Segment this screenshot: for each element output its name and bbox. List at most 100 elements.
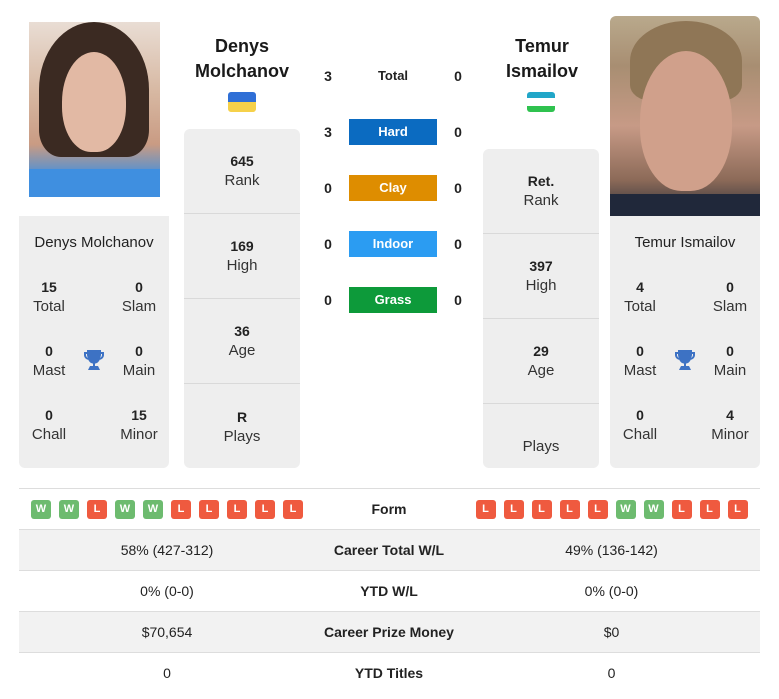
h2h-row-total: 3 Total 0 <box>316 62 470 90</box>
row-right-value: 0% (0-0) <box>584 583 639 599</box>
form-loss-badge[interactable]: L <box>503 499 524 519</box>
titles-main-value: 0 <box>726 343 734 359</box>
surface-badge-hard[interactable]: Hard <box>349 119 437 145</box>
row-left-value: 0% (0-0) <box>140 583 194 599</box>
titles-total-value: 15 <box>41 279 57 295</box>
player-photo-left <box>29 22 160 197</box>
titles-total: 15 Total <box>19 277 79 317</box>
h2h-left-count: 0 <box>324 180 332 196</box>
age-stat: 29 Age <box>483 319 599 404</box>
row-right-value: $0 <box>603 624 620 640</box>
titles-slam-value: 0 <box>726 279 734 295</box>
titles-slam-label: Slam <box>121 298 157 315</box>
form-loss-badge[interactable]: L <box>699 499 720 519</box>
h2h-row-hard[interactable]: 3 Hard 0 <box>316 118 470 146</box>
h2h-left-count: 0 <box>324 292 332 308</box>
form-win-badge[interactable]: W <box>143 499 163 519</box>
plays-label: Plays <box>522 437 560 455</box>
high-label: High <box>226 257 258 274</box>
titles-card-right: Temur Ismailov 4 Total 0 Slam 0 Mast 0 M… <box>610 216 760 468</box>
age-label: Age <box>228 342 256 359</box>
titles-mast-label: Mast <box>32 362 66 379</box>
titles-chall-label: Chall <box>31 426 67 443</box>
form-loss-badge[interactable]: L <box>171 499 191 519</box>
player-full-name[interactable]: Denys Molchanov <box>19 234 169 251</box>
photo-shirt <box>29 169 160 197</box>
h2h-left-count: 3 <box>324 68 332 84</box>
plays-label: Plays <box>223 427 261 445</box>
form-loss-badge[interactable]: L <box>587 499 608 519</box>
row-label: YTD W/L <box>360 583 418 599</box>
form-loss-badge[interactable]: L <box>283 499 303 519</box>
rank-card-left: 645 Rank 169 High 36 Age R Plays <box>184 129 300 468</box>
table-row: 0 YTD Titles 0 <box>19 652 760 693</box>
titles-total: 4 Total <box>610 277 670 317</box>
form-loss-badge[interactable]: L <box>475 499 496 519</box>
titles-mast-value: 0 <box>45 343 53 359</box>
form-loss-badge[interactable]: L <box>671 499 692 519</box>
titles-slam-label: Slam <box>712 298 748 315</box>
form-badges-right: LLLLLWWLLL <box>463 499 760 519</box>
photo-jacket <box>610 194 760 216</box>
h2h-row-grass[interactable]: 0 Grass 0 <box>316 286 470 314</box>
form-loss-badge[interactable]: L <box>199 499 219 519</box>
age-value: 36 <box>234 323 250 339</box>
plays-stat: Plays <box>483 404 599 489</box>
photo-face <box>62 52 126 152</box>
surface-badge-grass[interactable]: Grass <box>349 287 437 313</box>
high-value: 169 <box>230 238 254 254</box>
row-label: YTD Titles <box>354 665 424 681</box>
h2h-row-indoor[interactable]: 0 Indoor 0 <box>316 230 470 258</box>
player-full-name[interactable]: Temur Ismailov <box>610 234 760 251</box>
rank-value: 645 <box>230 153 254 169</box>
form-win-badge[interactable]: W <box>615 499 636 519</box>
form-loss-badge[interactable]: L <box>227 499 247 519</box>
h2h-left-count: 3 <box>324 124 332 140</box>
form-loss-badge[interactable]: L <box>87 499 107 519</box>
titles-slam-value: 0 <box>135 279 143 295</box>
h2h-row-clay[interactable]: 0 Clay 0 <box>316 174 470 202</box>
h2h-right-count: 0 <box>454 68 462 84</box>
form-left: WWLWWLLLLL <box>19 499 315 519</box>
titles-main-value: 0 <box>135 343 143 359</box>
rank-card-right: Ret. Rank 397 High 29 Age Plays <box>483 149 599 468</box>
titles-minor-label: Minor <box>120 426 158 443</box>
h2h-right-count: 0 <box>454 180 462 196</box>
uzbekistan-flag-icon <box>527 92 555 112</box>
table-row: 0% (0-0) YTD W/L 0% (0-0) <box>19 570 760 611</box>
titles-main: 0 Main <box>700 341 760 381</box>
rank-stat: Ret. Rank <box>483 149 599 234</box>
form-win-badge[interactable]: W <box>115 499 135 519</box>
form-loss-badge[interactable]: L <box>255 499 275 519</box>
titles-minor-value: 15 <box>131 407 147 423</box>
titles-minor: 15 Minor <box>109 405 169 445</box>
rank-label: Rank <box>224 172 260 189</box>
form-loss-badge[interactable]: L <box>531 499 552 519</box>
form-win-badge[interactable]: W <box>31 499 51 519</box>
surface-badge-indoor[interactable]: Indoor <box>349 231 437 257</box>
form-win-badge[interactable]: W <box>643 499 664 519</box>
surface-badge-clay[interactable]: Clay <box>349 175 437 201</box>
high-label: High <box>525 277 557 294</box>
form-win-badge[interactable]: W <box>59 499 79 519</box>
trophy-icon <box>84 350 104 370</box>
player-name-right[interactable]: Temur Ismailov <box>483 34 601 84</box>
titles-main-label: Main <box>122 362 156 379</box>
rank-label: Rank <box>523 192 559 209</box>
titles-chall-label: Chall <box>622 426 658 443</box>
form-loss-badge[interactable]: L <box>727 499 748 519</box>
player-first-name: Denys <box>214 36 270 56</box>
titles-chall: 0 Chall <box>610 405 670 445</box>
h2h-left-count: 0 <box>324 236 332 252</box>
high-value: 397 <box>529 258 553 274</box>
player-name-left[interactable]: Denys Molchanov <box>183 34 301 84</box>
titles-chall: 0 Chall <box>19 405 79 445</box>
form-loss-badge[interactable]: L <box>559 499 580 519</box>
form-badges-left: WWLWWLLLLL <box>19 499 315 519</box>
titles-mast-value: 0 <box>636 343 644 359</box>
high-stat: 397 High <box>483 234 599 319</box>
rank-stat: 645 Rank <box>184 129 300 214</box>
high-stat: 169 High <box>184 214 300 299</box>
titles-main: 0 Main <box>109 341 169 381</box>
titles-chall-value: 0 <box>636 407 644 423</box>
